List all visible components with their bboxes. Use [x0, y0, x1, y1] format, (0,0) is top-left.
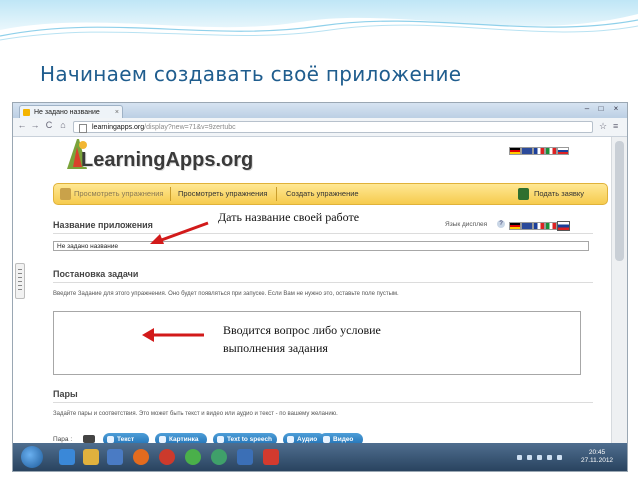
- tray-icon[interactable]: [537, 455, 542, 460]
- menu-submit-request[interactable]: Подать заявку: [534, 184, 584, 204]
- back-icon[interactable]: ←: [17, 120, 27, 130]
- close-window-icon[interactable]: ×: [610, 104, 622, 113]
- divider: [53, 282, 593, 283]
- task-hint: Введите Задание для этого упражнения. Он…: [53, 291, 399, 297]
- flag-de-icon[interactable]: [509, 147, 521, 155]
- pair-text-button-label: Текст: [117, 436, 135, 443]
- pair-tag-icon: [83, 435, 95, 443]
- reload-icon[interactable]: C: [44, 120, 54, 130]
- header-wave-decoration: [0, 0, 638, 48]
- menu-create-exercise[interactable]: Создать упражнение: [286, 184, 359, 204]
- callout-name: Дать название своей работе: [218, 209, 360, 225]
- side-panel-handle[interactable]: [15, 263, 25, 299]
- opera-icon[interactable]: [159, 449, 175, 465]
- text-icon: [107, 436, 114, 443]
- browser-screenshot: Не задано название × – □ × ← → C ⌂ learn…: [12, 102, 628, 472]
- tab-close-icon[interactable]: ×: [115, 106, 119, 118]
- callout-task-line2: выполнения задания: [223, 340, 328, 356]
- speech-icon: [217, 436, 224, 443]
- powerpoint-icon[interactable]: [263, 449, 279, 465]
- firefox-icon[interactable]: [133, 449, 149, 465]
- audio-icon: [287, 436, 294, 443]
- tray-icon[interactable]: [527, 455, 532, 460]
- red-arrow-icon: [150, 221, 209, 244]
- start-button-icon[interactable]: [21, 446, 43, 468]
- favicon-icon: [23, 109, 30, 116]
- tray-icon[interactable]: [517, 455, 522, 460]
- maximize-icon[interactable]: □: [595, 104, 607, 113]
- address-bar[interactable]: learningapps.org/display?new=71&v=9zertu…: [73, 121, 593, 133]
- callout-task-line1: Вводится вопрос либо условие: [223, 322, 381, 338]
- bookmark-star-icon[interactable]: ☆: [599, 121, 607, 132]
- tab-title: Не задано название: [34, 109, 100, 116]
- help-icon[interactable]: ?: [497, 220, 505, 228]
- settings-wrench-icon[interactable]: ≡: [613, 121, 618, 131]
- url-path: /display?new=71&v=9zertubc: [144, 124, 236, 131]
- web-page: LearningApps.org Просмотреть упражнения …: [13, 137, 611, 453]
- browser-tab[interactable]: Не задано название ×: [19, 105, 123, 118]
- pair-audio-button-label: Аудио: [297, 436, 318, 443]
- forward-icon[interactable]: →: [30, 120, 40, 130]
- main-menu-bar: Просмотреть упражнения Просмотреть упраж…: [53, 183, 608, 205]
- network-icon[interactable]: [547, 455, 552, 460]
- page-scrollbar[interactable]: [611, 137, 627, 453]
- browser-toolbar: ← → C ⌂ learningapps.org/display?new=71&…: [13, 118, 627, 137]
- minimize-icon[interactable]: –: [581, 104, 593, 113]
- skype-icon[interactable]: [211, 449, 227, 465]
- flag-fr-icon[interactable]: [533, 147, 545, 155]
- taskbar-clock[interactable]: 20:45 27.11.2012: [581, 449, 613, 465]
- search-icon: [60, 188, 71, 200]
- menu-divider: [170, 187, 171, 201]
- chrome-icon[interactable]: [185, 449, 201, 465]
- windows-taskbar: 20:45 27.11.2012: [13, 443, 627, 471]
- divider: [53, 233, 593, 234]
- word-icon[interactable]: [237, 449, 253, 465]
- browser-tab-strip: Не задано название × – □ ×: [13, 103, 627, 118]
- image-icon: [159, 436, 166, 443]
- explorer-folder-icon[interactable]: [83, 449, 99, 465]
- page-icon: [79, 124, 87, 133]
- menu-search-field[interactable]: Просмотреть упражнения: [74, 184, 163, 204]
- flag-ru-icon[interactable]: [557, 147, 569, 155]
- media-player-icon[interactable]: [107, 449, 123, 465]
- flag-ru-selected-icon[interactable]: [557, 221, 570, 231]
- flag-en-icon[interactable]: [521, 222, 533, 230]
- flag-it-icon[interactable]: [545, 222, 557, 230]
- logo-text[interactable]: LearningApps.org: [81, 149, 253, 172]
- clock-time: 20:45: [588, 449, 606, 456]
- flag-de-icon[interactable]: [509, 222, 521, 230]
- scrollbar-thumb[interactable]: [615, 141, 624, 261]
- pair-image-button-label: Картинка: [169, 436, 199, 443]
- login-door-icon: [518, 188, 529, 200]
- slide-title: Начинаем создавать своё приложение: [40, 62, 462, 86]
- clock-date: 27.11.2012: [581, 457, 614, 464]
- app-name-input[interactable]: Не задано название: [53, 241, 589, 251]
- flag-en-icon[interactable]: [521, 147, 533, 155]
- language-label: Язык дисплея: [445, 221, 488, 228]
- flag-it-icon[interactable]: [545, 147, 557, 155]
- pairs-label: Пара :: [53, 436, 73, 443]
- pair-tts-button-label: Text to speech: [227, 436, 273, 443]
- red-arrow-icon: [142, 328, 204, 342]
- menu-view-exercises[interactable]: Просмотреть упражнения: [178, 184, 267, 204]
- url-host: learningapps.org: [92, 124, 145, 131]
- task-heading: Постановка задачи: [53, 269, 139, 279]
- pairs-hint: Задайте пары и соответствия. Это может б…: [53, 411, 338, 417]
- pairs-heading: Пары: [53, 389, 78, 399]
- pair-video-button-label: Видео: [333, 436, 354, 443]
- divider: [53, 402, 593, 403]
- app-name-heading: Название приложения: [53, 220, 153, 230]
- flag-fr-icon[interactable]: [533, 222, 545, 230]
- video-icon: [323, 436, 330, 443]
- volume-icon[interactable]: [557, 455, 562, 460]
- ie-icon[interactable]: [59, 449, 75, 465]
- menu-divider: [276, 187, 277, 201]
- home-icon[interactable]: ⌂: [58, 120, 68, 130]
